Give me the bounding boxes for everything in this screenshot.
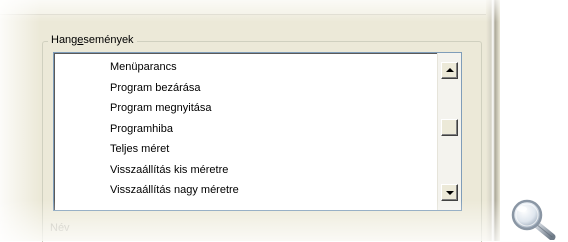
vertical-scrollbar[interactable] — [437, 53, 461, 210]
scroll-up-button[interactable] — [441, 62, 458, 79]
sound-events-listbox[interactable]: Menüparancs Program bezárása Program meg… — [53, 52, 462, 211]
scroll-up-arrow-icon — [446, 68, 454, 72]
list-item[interactable]: Program megnyitása — [110, 98, 239, 119]
scroll-down-arrow-icon — [446, 191, 454, 195]
list-item[interactable]: Menüparancs — [110, 57, 239, 78]
list-item[interactable]: Program bezárása — [110, 78, 239, 99]
list-item[interactable]: Teljes méret — [110, 139, 239, 160]
list-item[interactable]: Visszaállítás nagy méretre — [110, 180, 239, 201]
name-label: Név — [50, 222, 70, 234]
dialog-right-edge — [486, 0, 500, 241]
scroll-down-button[interactable] — [441, 184, 458, 201]
sound-properties-dialog: Hangesemények Menüparancs Program bezárá… — [0, 0, 500, 242]
sound-events-groupbox-label: Hangesemények — [48, 33, 137, 47]
scrollbar-thumb[interactable] — [441, 118, 458, 136]
dialog-top-strip — [0, 0, 486, 15]
list-item[interactable]: Visszaállítás kis méretre — [110, 160, 239, 181]
sound-events-list: Menüparancs Program bezárása Program meg… — [110, 57, 239, 201]
edge-fade-left — [0, 0, 40, 241]
legend-prefix: Hang — [51, 34, 78, 46]
list-item[interactable]: Programhiba — [110, 119, 239, 140]
magnifier-icon[interactable] — [508, 198, 558, 240]
legend-suffix: semények — [83, 34, 134, 46]
